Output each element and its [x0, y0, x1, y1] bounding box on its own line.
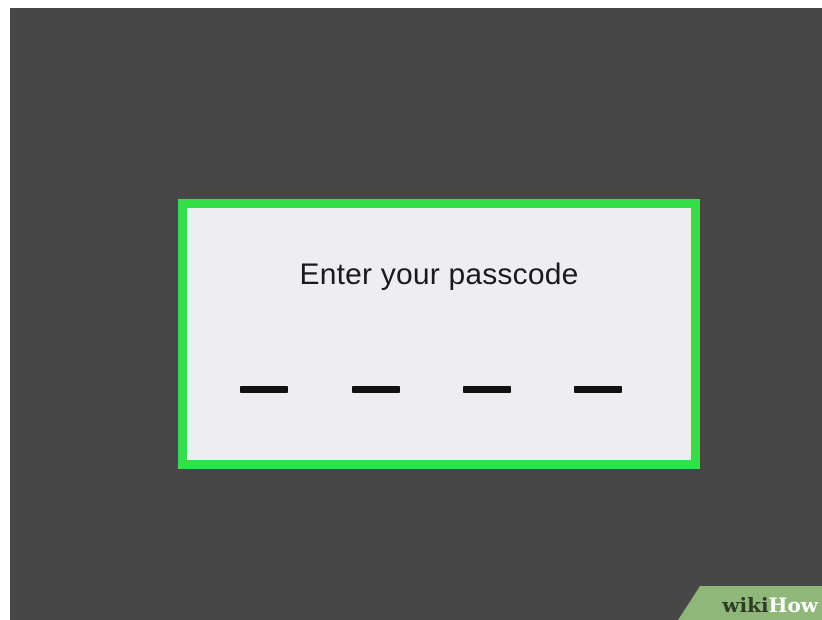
passcode-digit-slot-1: [240, 386, 288, 393]
passcode-digit-slot-3: [463, 386, 511, 393]
watermark-how-text: How: [768, 593, 818, 617]
watermark-wiki-text: wiki: [722, 593, 769, 617]
watermark-logo-text: wikiHow: [722, 594, 818, 616]
passcode-panel: Enter your passcode: [178, 199, 700, 469]
passcode-digit-slot-2: [352, 386, 400, 393]
passcode-digit-slot-4: [574, 386, 622, 393]
wikihow-watermark: wikiHow: [672, 586, 822, 620]
screen-background: Enter your passcode: [10, 8, 822, 620]
passcode-prompt: Enter your passcode: [299, 258, 579, 291]
